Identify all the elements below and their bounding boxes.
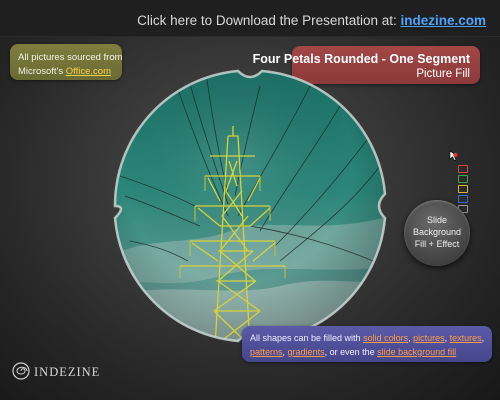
slide-canvas: Click here to Download the Presentation … (0, 0, 500, 400)
info-sep5: , or even the (324, 347, 378, 357)
slide-subtitle: Picture Fill (416, 68, 470, 80)
texture-fill-icon (458, 185, 468, 193)
fill-type-icons (458, 165, 470, 215)
info-prefix: All shapes can be filled with (250, 333, 364, 343)
spiral-logo-icon (12, 362, 30, 380)
button-line2: Background (412, 227, 462, 237)
slide-background-fill-link[interactable]: slide background fill (377, 347, 456, 357)
button-line3: Fill + Effect (414, 239, 460, 249)
office-link[interactable]: Office.com (66, 66, 111, 77)
pointer-cursor-icon (449, 150, 458, 161)
info-line2: patterns, gradients, or even the slide b… (250, 347, 456, 357)
slide-title: Four Petals Rounded - One Segment (252, 52, 470, 66)
download-banner-text[interactable]: Click here to Download the Presentation … (137, 13, 486, 28)
credit-note: All pictures sourced from Microsoft's Of… (10, 44, 123, 80)
download-link[interactable]: indezine.com (400, 13, 486, 28)
picture-fill-icon (458, 175, 468, 183)
solid-colors-link[interactable]: solid colors (363, 333, 408, 343)
download-banner: Click here to Download the Presentation … (0, 0, 500, 37)
credit-note-line1: All pictures sourced from (18, 52, 123, 63)
patterns-link[interactable]: patterns (250, 347, 283, 357)
fill-info-box: All shapes can be filled with solid colo… (242, 326, 492, 362)
logo-text: INDEZINE (34, 365, 101, 379)
button-line1: Slide (426, 215, 447, 225)
download-prefix: Click here to Download the Presentation … (137, 13, 401, 28)
info-line1: All shapes can be filled with solid colo… (250, 333, 484, 343)
credit-note-prefix: Microsoft's (18, 66, 66, 77)
textures-link[interactable]: textures (450, 333, 482, 343)
credit-note-line2: Microsoft's Office.com (18, 66, 111, 77)
solid-fill-icon (458, 165, 468, 173)
four-petal-picture-shape (113, 69, 387, 343)
pictures-link[interactable]: pictures (413, 333, 445, 343)
gradients-link[interactable]: gradients (288, 347, 325, 357)
info-sep3: , (481, 333, 485, 343)
slide-background-fill-button[interactable]: Slide Background Fill + Effect (404, 200, 470, 266)
pattern-fill-icon (458, 195, 468, 203)
